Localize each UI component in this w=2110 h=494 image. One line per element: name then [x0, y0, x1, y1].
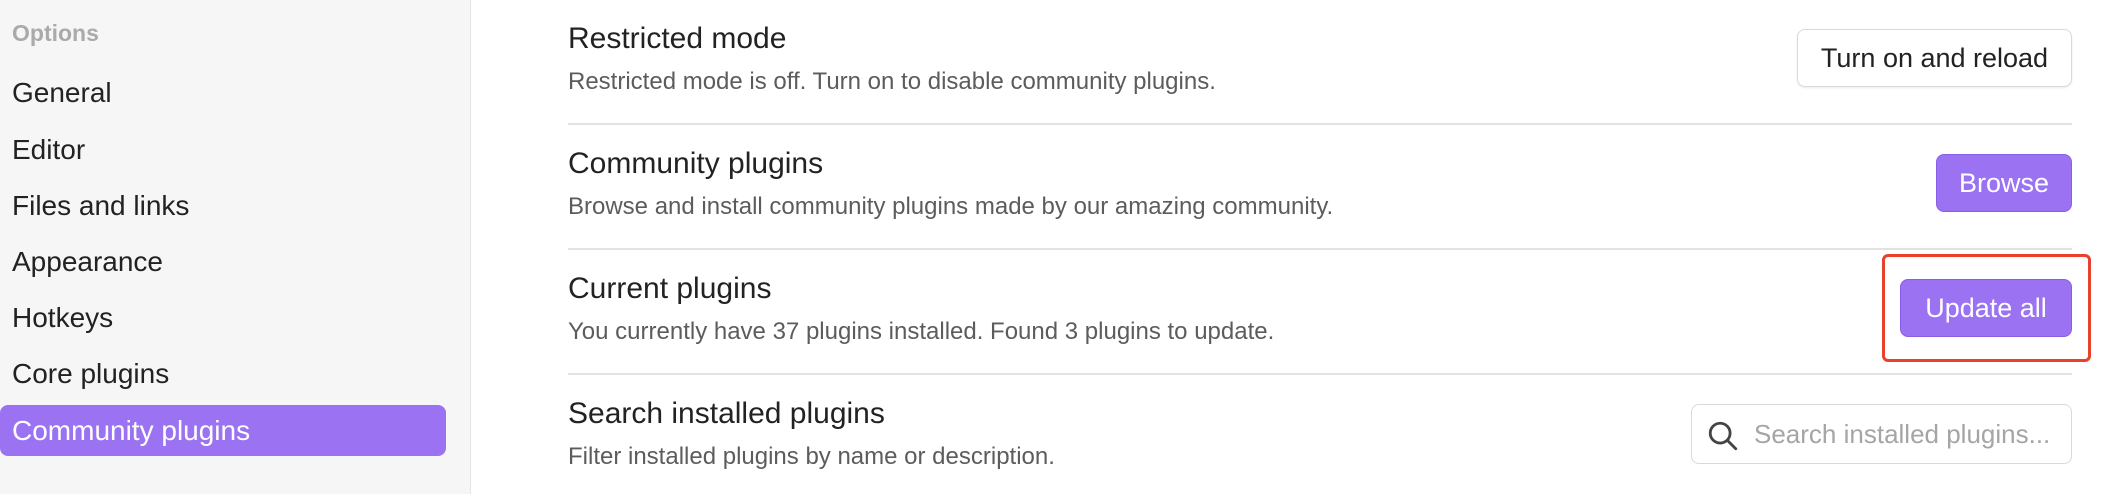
sidebar-item-hotkeys[interactable]: Hotkeys	[0, 292, 446, 343]
sidebar-item-files-and-links[interactable]: Files and links	[0, 180, 446, 231]
settings-window: Options General Editor Files and links A…	[0, 0, 2110, 494]
setting-title: Search installed plugins	[568, 397, 885, 430]
sidebar-item-general[interactable]: General	[0, 67, 446, 118]
setting-title: Restricted mode	[568, 22, 787, 55]
update-all-button[interactable]: Update all	[1900, 279, 2072, 337]
sidebar-item-core-plugins[interactable]: Core plugins	[0, 348, 446, 399]
sidebar-item-appearance[interactable]: Appearance	[0, 236, 446, 287]
search-icon	[1708, 421, 1738, 451]
search-installed-plugins-field[interactable]	[1691, 404, 2072, 464]
setting-description: You currently have 37 plugins installed.…	[568, 318, 1275, 345]
setting-description: Browse and install community plugins mad…	[568, 193, 1334, 220]
setting-community-plugins: Community plugins Browse and install com…	[568, 125, 2072, 250]
setting-current-plugins: Current plugins You currently have 37 pl…	[568, 250, 2072, 375]
setting-description: Filter installed plugins by name or desc…	[568, 443, 1055, 470]
turn-on-and-reload-button[interactable]: Turn on and reload	[1797, 29, 2072, 87]
sidebar-item-editor[interactable]: Editor	[0, 124, 446, 175]
setting-description: Restricted mode is off. Turn on to disab…	[568, 68, 1216, 95]
sidebar-heading: Options	[12, 20, 99, 46]
setting-title: Community plugins	[568, 147, 824, 180]
browse-button[interactable]: Browse	[1936, 154, 2072, 212]
sidebar: Options General Editor Files and links A…	[0, 0, 471, 494]
sidebar-item-community-plugins[interactable]: Community plugins	[0, 405, 446, 456]
setting-title: Current plugins	[568, 272, 772, 305]
search-input[interactable]	[1754, 405, 2070, 463]
